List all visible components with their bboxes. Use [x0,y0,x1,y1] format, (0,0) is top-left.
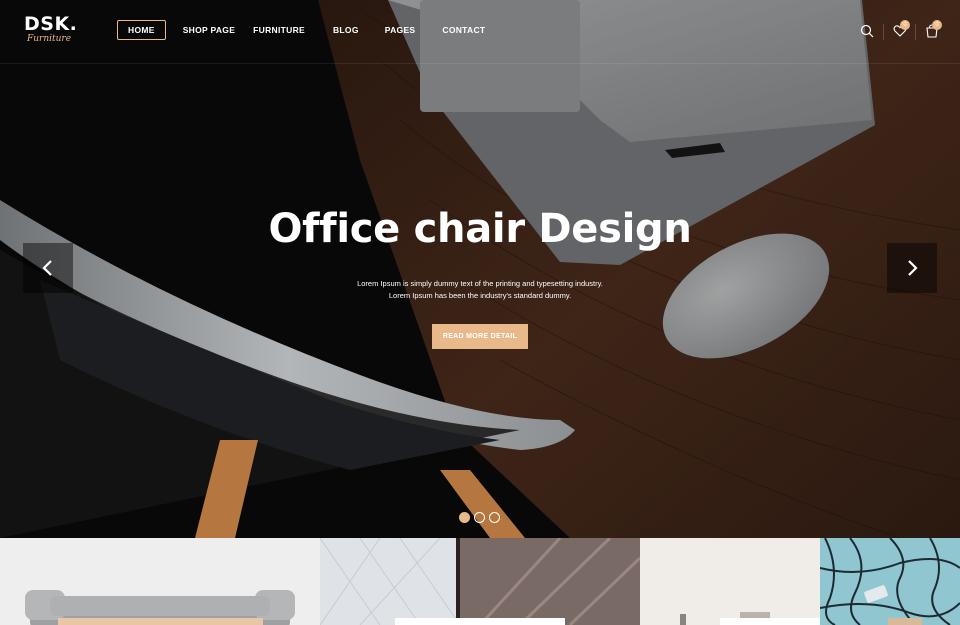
sofa-image [25,590,295,625]
read-more-button[interactable]: READ MORE DETAIL [432,324,528,349]
search-icon[interactable] [860,24,876,40]
table-image [640,538,820,625]
slider-prev-button[interactable] [23,243,73,293]
slider-dot[interactable] [474,512,485,523]
hero-description-line1: Lorem Ipsum is simply dummy text of the … [357,279,603,288]
header-divider [883,24,884,40]
slider-dots [459,512,500,523]
category-tile-decor[interactable] [320,538,640,625]
cart-count-badge: 0 [932,20,942,30]
site-header: DSK. Furniture HOME SHOP PAGE FURNITURE … [0,0,960,64]
art-image [820,538,960,625]
chevron-left-icon [42,260,52,276]
hero-description-line2: Lorem Ipsum has been the industry's stan… [388,291,572,300]
chevron-right-icon [908,260,918,276]
nav-pages[interactable]: PAGES [385,20,416,40]
main-nav: HOME SHOP PAGE FURNITURE BLOG PAGES CONT… [117,20,485,40]
category-tile-art[interactable] [820,538,960,625]
slider-dot[interactable] [489,512,500,523]
nav-home[interactable]: HOME [117,20,166,40]
nav-shop-page[interactable]: SHOP PAGE [183,20,235,40]
category-banners [0,538,960,625]
hero-description: Lorem Ipsum is simply dummy text of the … [0,278,960,302]
nav-contact[interactable]: CONTACT [442,20,485,40]
decor-image [320,538,640,625]
nav-furniture[interactable]: FURNITURE [253,20,305,40]
header-divider [915,24,916,40]
hero-title: Office chair Design [268,206,692,252]
hero-slider [0,0,960,538]
hero-background-image [0,0,960,538]
wishlist-count-badge: 0 [900,20,910,30]
nav-blog[interactable]: BLOG [333,20,359,40]
slider-dot[interactable] [459,512,470,523]
logo-text: DSK. [24,13,78,35]
logo-tagline: Furniture [27,34,72,44]
site-logo[interactable]: DSK. Furniture [24,14,77,44]
category-tile-sofa[interactable] [0,538,320,625]
slider-next-button[interactable] [887,243,937,293]
category-tile-table[interactable] [640,538,820,625]
